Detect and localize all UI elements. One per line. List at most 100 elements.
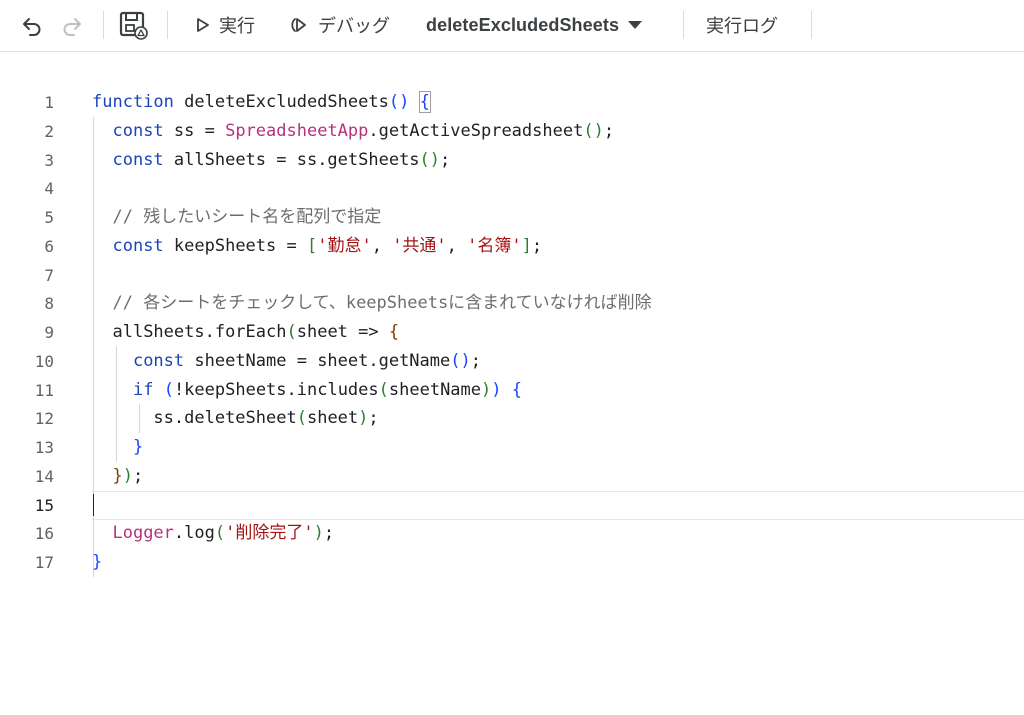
code-token: )	[122, 465, 133, 486]
code-token: function	[92, 92, 174, 112]
code-token: ,	[446, 235, 468, 256]
toolbar-divider	[683, 11, 684, 39]
line-number: 15	[34, 495, 54, 515]
undo-button[interactable]	[20, 0, 48, 50]
code-token: )	[358, 408, 369, 429]
code-token: allSheets = ss.getSheets	[163, 149, 420, 170]
line-number: 7	[44, 265, 54, 285]
code-token: ss =	[163, 120, 226, 141]
line-number: 3	[44, 150, 54, 170]
code-token: (	[214, 523, 226, 544]
code-token: }	[92, 552, 103, 572]
code-token: ;	[440, 149, 451, 170]
code-token: allSheets.forEach	[112, 322, 287, 342]
code-token: {	[388, 322, 400, 342]
toolbar: 実行 デバッグ deleteExcludedSheets 実行ログ	[0, 0, 1024, 52]
line-number: 11	[34, 380, 54, 400]
run-label: 実行	[219, 16, 255, 37]
code-token: )	[313, 523, 324, 544]
code-line[interactable]: ss.deleteSheet(sheet);	[92, 404, 379, 433]
function-selector[interactable]: deleteExcludedSheets	[426, 0, 666, 50]
code-line[interactable]: function deleteExcludedSheets() {	[92, 88, 431, 117]
line-number-gutter: 1 2 3 4 5 6 7 8 9 10 11 12 13 14 15 16 17	[0, 53, 72, 715]
debug-button[interactable]: デバッグ	[290, 0, 406, 50]
line-number: 12	[34, 409, 54, 429]
code-line[interactable]: Logger.log('削除完了');	[92, 519, 334, 548]
code-token: SpreadsheetApp	[225, 120, 369, 141]
code-line[interactable]: const sheetName = sheet.getName();	[92, 347, 481, 376]
code-line[interactable]: }	[92, 548, 102, 577]
save-button[interactable]	[118, 0, 152, 50]
code-token: !keepSheets.includes	[173, 379, 379, 400]
code-line[interactable]: allSheets.forEach(sheet => {	[92, 318, 399, 347]
current-line-highlight	[92, 491, 1024, 520]
code-line[interactable]: }	[92, 433, 143, 462]
redo-button[interactable]	[60, 0, 88, 50]
redo-icon	[63, 18, 81, 36]
code-token: )	[491, 379, 502, 400]
line-number: 2	[44, 121, 54, 141]
run-button[interactable]: 実行	[196, 0, 268, 50]
code-line[interactable]: });	[92, 462, 143, 491]
code-token: const	[112, 149, 164, 170]
toolbar-divider	[103, 11, 104, 39]
code-token: // 各シートをチェックして、keepSheetsに含まれていなければ削除	[112, 293, 652, 314]
code-token: (	[163, 379, 174, 400]
code-line[interactable]: const keepSheets = ['勤怠', '共通', '名簿'];	[92, 232, 542, 261]
code-token: const	[112, 235, 164, 256]
debug-label: デバッグ	[318, 16, 390, 37]
code-token: ()	[388, 92, 410, 112]
code-token: '削除完了'	[225, 523, 314, 544]
code-token: {	[418, 91, 431, 113]
undo-icon	[23, 18, 41, 36]
code-token: // 残したいシート名を配列で指定	[112, 207, 382, 227]
code-token: ;	[132, 465, 144, 486]
code-token: sheetName = sheet.getName	[184, 350, 451, 371]
code-token: ]	[521, 235, 532, 256]
code-token: ss.deleteSheet	[153, 408, 297, 429]
code-token: if	[132, 379, 154, 400]
code-token: ;	[368, 408, 379, 429]
code-token: .log	[173, 523, 215, 544]
code-token: const	[112, 120, 164, 141]
code-token: '勤怠'	[317, 235, 372, 256]
line-number: 5	[44, 208, 54, 227]
code-editor[interactable]: 1 2 3 4 5 6 7 8 9 10 11 12 13 14 15 16 17 function delet…	[0, 53, 1024, 715]
code-token: deleteExcludedSheets	[173, 92, 389, 112]
code-token: (	[286, 322, 297, 342]
debug-icon	[291, 18, 306, 32]
line-number: 16	[34, 524, 54, 544]
code-line[interactable]: // 残したいシート名を配列で指定	[92, 203, 381, 232]
line-number: 4	[44, 179, 54, 199]
code-line[interactable]: if (!keepSheets.includes(sheetName)) {	[92, 376, 522, 405]
execution-log-label: 実行ログ	[706, 16, 778, 37]
toolbar-divider	[167, 11, 168, 39]
save-to-drive-icon	[119, 11, 148, 40]
code-token: '共通'	[392, 235, 447, 256]
execution-log-button[interactable]: 実行ログ	[706, 0, 792, 50]
line-number: 1	[44, 93, 54, 112]
code-token: [	[306, 235, 318, 256]
code-line[interactable]: const ss = SpreadsheetApp.getActiveSprea…	[92, 117, 614, 146]
code-token: ;	[531, 235, 543, 256]
code-token: }	[112, 465, 123, 486]
text-cursor	[93, 494, 94, 516]
line-number: 8	[44, 294, 54, 314]
code-line[interactable]: const allSheets = ss.getSheets();	[92, 146, 450, 175]
line-number: 13	[34, 438, 54, 457]
play-icon	[197, 18, 209, 32]
code-line[interactable]: // 各シートをチェックして、keepSheetsに含まれていなければ削除	[92, 289, 652, 318]
